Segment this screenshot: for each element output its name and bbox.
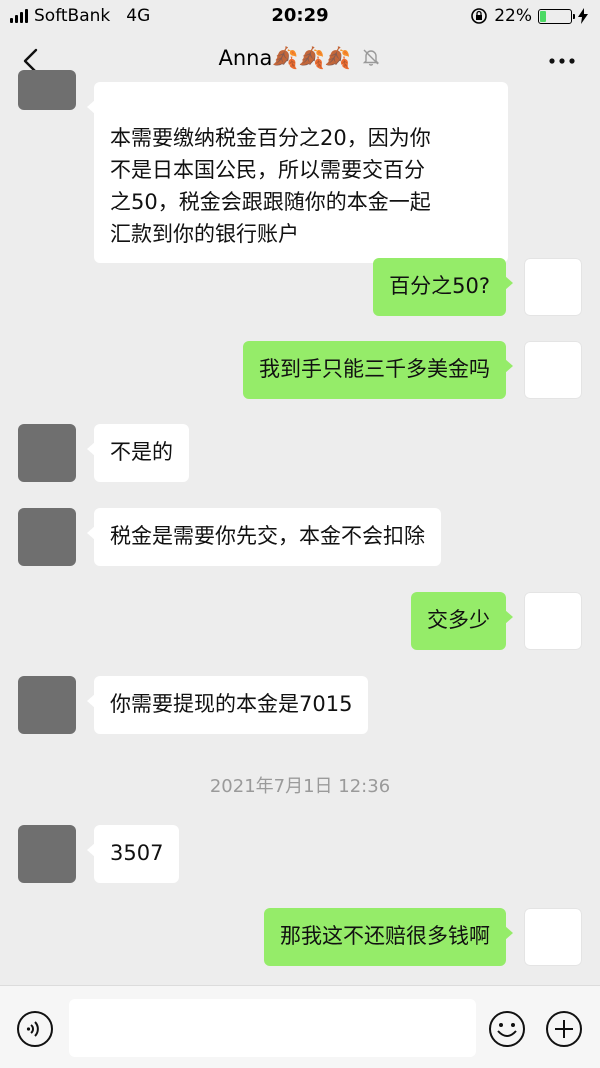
my-avatar[interactable] [524, 908, 582, 966]
contact-avatar[interactable] [18, 508, 76, 566]
charging-bolt-icon [578, 8, 588, 24]
message-text: 不是的 [110, 440, 173, 464]
message-bubble-received[interactable]: 本需要缴纳税金百分之20，因为你 不是日本国公民，所以需要交百分 之50，税金会… [87, 82, 508, 263]
message-bubble-received[interactable]: 不是的 [87, 424, 189, 482]
message-text: 税金是需要你先交，本金不会扣除 [110, 524, 425, 548]
message-bubble-received[interactable]: 税金是需要你先交，本金不会扣除 [87, 508, 441, 566]
battery-icon [538, 8, 575, 24]
message-text: 本需要缴纳税金百分之20，因为你 不是日本国公民，所以需要交百分 之50，税金会… [110, 126, 431, 246]
contact-avatar[interactable] [18, 825, 76, 883]
message-bubble-sent[interactable]: 那我这不还赔很多钱啊 [264, 908, 513, 966]
chat-input-bar [0, 985, 600, 1068]
message-text: 百分之50? [389, 274, 490, 298]
message-bubble-sent[interactable]: 我到手只能三千多美金吗 [243, 341, 513, 399]
more-options-icon[interactable] [544, 46, 580, 76]
message-timestamp: 2021年7月1日 12:36 [209, 776, 391, 797]
my-avatar[interactable] [524, 341, 582, 399]
my-avatar[interactable] [524, 592, 582, 650]
message-bubble-sent[interactable]: 交多少 [411, 592, 513, 650]
message-bubble-sent[interactable]: 百分之50? [373, 258, 513, 316]
message-text: 3507 [110, 841, 164, 865]
emoji-icon[interactable] [488, 1010, 526, 1048]
contact-avatar[interactable] [18, 424, 76, 482]
add-attachment-icon[interactable] [545, 1010, 583, 1048]
rotation-lock-icon [471, 8, 488, 24]
message-text: 我到手只能三千多美金吗 [259, 357, 490, 381]
battery-level [540, 10, 547, 22]
message-text: 那我这不还赔很多钱啊 [280, 924, 490, 948]
battery-percent: 22% [494, 6, 532, 26]
status-bar: SoftBank 4G 20:29 22% [0, 0, 600, 32]
message-row-received: 本需要缴纳税金百分之20，因为你 不是日本国公民，所以需要交百分 之50，税金会… [0, 70, 600, 263]
mute-bell-icon [363, 49, 380, 66]
voice-input-icon[interactable] [16, 1010, 54, 1048]
chat-title: Anna🍂🍂🍂 [218, 46, 351, 70]
message-bubble-received[interactable]: 你需要提现的本金是7015 [86, 676, 369, 734]
message-input[interactable] [69, 999, 476, 1057]
message-text: 交多少 [427, 608, 490, 632]
message-bubble-received[interactable]: 3507 [86, 825, 180, 883]
contact-avatar[interactable] [18, 676, 76, 734]
my-avatar[interactable] [524, 258, 582, 316]
message-text: 你需要提现的本金是7015 [110, 692, 353, 716]
contact-avatar[interactable] [18, 70, 76, 110]
